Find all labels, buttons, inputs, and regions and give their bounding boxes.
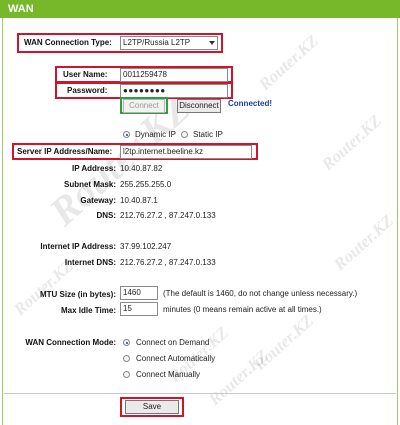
connect-on-demand-radio[interactable]: [123, 339, 130, 346]
section-title: WAN: [8, 3, 34, 15]
server-input[interactable]: l2tp.internet.beeline.kz: [120, 145, 252, 159]
divider: [4, 393, 396, 394]
wan-type-select[interactable]: L2TP/Russia L2TP: [120, 36, 218, 50]
gateway-value: 10.40.87.1: [120, 196, 158, 205]
dns-label: DNS:: [96, 211, 116, 220]
internet-ip-value: 37.99.102.247: [120, 242, 172, 251]
ip-address-value: 10.40.87.82: [120, 164, 163, 173]
disconnect-button[interactable]: Disconnect: [177, 99, 221, 113]
subnet-mask-value: 255.255.255.0: [120, 180, 172, 189]
wan-type-value: L2TP/Russia L2TP: [123, 38, 191, 47]
static-ip-radio[interactable]: [181, 131, 188, 138]
internet-ip-label: Internet IP Address:: [40, 242, 116, 251]
dns-value: 212.76.27.2 , 87.247.0.133: [120, 211, 216, 220]
connect-manually-label: Connect Manually: [136, 370, 201, 379]
idle-label: Max Idle Time:: [61, 306, 116, 315]
connect-automatically-radio[interactable]: [123, 355, 130, 362]
mtu-note: (The default is 1460, do not change unle…: [163, 289, 358, 298]
password-label: Password:: [67, 86, 108, 95]
connection-status: Connected!: [228, 99, 272, 108]
idle-note: minutes (0 means remain active at all ti…: [163, 305, 322, 314]
internet-dns-value: 212.76.27.2 , 87.247.0.133: [120, 258, 216, 267]
connect-manually-radio[interactable]: [123, 371, 130, 378]
username-input[interactable]: 0011259478: [120, 68, 228, 82]
connection-mode-label: WAN Connection Mode:: [25, 338, 116, 347]
username-label: User Name:: [63, 70, 108, 79]
save-button[interactable]: Save: [125, 400, 179, 414]
mtu-label: MTU Size (in bytes):: [39, 290, 116, 299]
ip-address-label: IP Address:: [71, 164, 116, 173]
connect-button[interactable]: Connect: [123, 99, 165, 113]
password-input[interactable]: ●●●●●●●●: [120, 84, 228, 98]
idle-input[interactable]: 15: [120, 302, 158, 316]
server-label: Server IP Address/Name:: [17, 147, 113, 156]
gateway-label: Gateway:: [80, 196, 116, 205]
static-ip-label: Static IP: [193, 130, 223, 139]
chevron-down-icon: [209, 41, 215, 45]
wan-type-label: WAN Connection Type:: [24, 38, 112, 47]
dynamic-ip-radio[interactable]: [123, 131, 130, 138]
connect-automatically-label: Connect Automatically: [136, 354, 216, 363]
subnet-mask-label: Subnet Mask:: [63, 180, 116, 189]
section-header: [0, 0, 400, 18]
internet-dns-label: Internet DNS:: [64, 258, 116, 267]
mtu-input[interactable]: 1460: [120, 286, 158, 300]
dynamic-ip-label: Dynamic IP: [135, 130, 176, 139]
connect-on-demand-label: Connect on Demand: [136, 338, 210, 347]
